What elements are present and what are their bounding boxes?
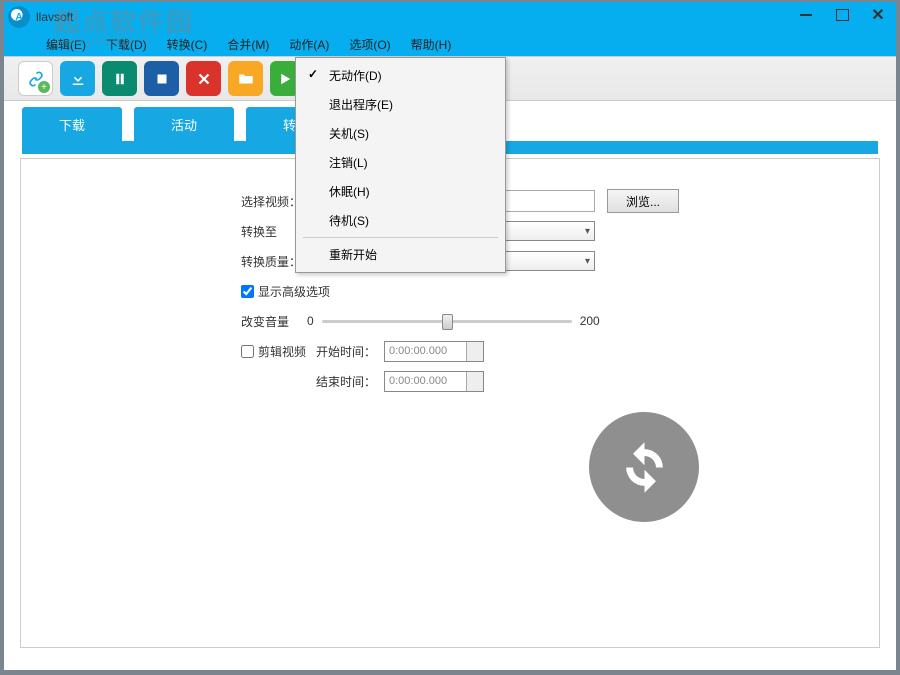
menu-help[interactable]: 帮助(H) bbox=[401, 32, 462, 57]
close-button[interactable]: ✕ bbox=[860, 2, 896, 28]
volume-slider[interactable] bbox=[322, 312, 572, 330]
stop-icon bbox=[153, 70, 171, 88]
dd-no-action[interactable]: 无动作(D) bbox=[299, 61, 502, 90]
volume-min: 0 bbox=[307, 314, 314, 328]
menu-options[interactable]: 选项(O) bbox=[339, 32, 400, 57]
stop-button[interactable] bbox=[144, 61, 179, 96]
minimize-button[interactable] bbox=[788, 2, 824, 28]
pause-button[interactable] bbox=[102, 61, 137, 96]
menu-convert[interactable]: 转换(C) bbox=[157, 32, 218, 57]
pause-icon bbox=[111, 70, 129, 88]
open-folder-button[interactable] bbox=[228, 61, 263, 96]
folder-icon bbox=[237, 70, 255, 88]
download-button[interactable] bbox=[60, 61, 95, 96]
volume-max: 200 bbox=[580, 314, 600, 328]
start-time-input[interactable]: 0:00:00.000 bbox=[384, 341, 484, 362]
start-time-label: 开始时间： bbox=[316, 343, 384, 360]
dd-restart[interactable]: 重新开始 bbox=[299, 240, 502, 269]
window-title: llavsoft bbox=[36, 10, 73, 24]
trim-video-label: 剪辑视频 bbox=[258, 343, 316, 360]
volume-label: 改变音量 bbox=[241, 313, 301, 330]
show-advanced-checkbox[interactable] bbox=[241, 285, 254, 298]
maximize-button[interactable] bbox=[824, 2, 860, 28]
action-dropdown-menu: 无动作(D) 退出程序(E) 关机(S) 注销(L) 休眠(H) 待机(S) 重… bbox=[295, 57, 506, 273]
add-link-button[interactable]: + bbox=[18, 61, 53, 96]
dd-standby[interactable]: 待机(S) bbox=[299, 206, 502, 235]
plus-badge-icon: + bbox=[38, 81, 50, 93]
delete-button[interactable] bbox=[186, 61, 221, 96]
delete-icon bbox=[195, 70, 213, 88]
menu-merge[interactable]: 合并(M) bbox=[217, 32, 279, 57]
menu-action[interactable]: 动作(A) bbox=[279, 32, 339, 57]
browse-button[interactable]: 浏览... bbox=[607, 189, 679, 213]
convert-action-button[interactable] bbox=[589, 412, 699, 522]
tab-activity[interactable]: 活动 bbox=[134, 107, 234, 141]
dd-exit[interactable]: 退出程序(E) bbox=[299, 90, 502, 119]
end-time-label: 结束时间： bbox=[316, 373, 384, 390]
menu-edit[interactable]: 编辑(E) bbox=[36, 32, 96, 57]
menubar: 编辑(E) 下载(D) 转换(C) 合并(M) 动作(A) 选项(O) 帮助(H… bbox=[4, 32, 896, 56]
trim-video-checkbox[interactable] bbox=[241, 345, 254, 358]
tab-download[interactable]: 下载 bbox=[22, 107, 122, 141]
main-window: A llavsoft 起点软件园 www.pc0359.cn ✕ 编辑(E) 下… bbox=[4, 2, 896, 670]
dd-separator bbox=[303, 237, 498, 238]
end-time-input[interactable]: 0:00:00.000 bbox=[384, 371, 484, 392]
show-advanced-label: 显示高级选项 bbox=[258, 283, 330, 300]
dd-shutdown[interactable]: 关机(S) bbox=[299, 119, 502, 148]
dd-logoff[interactable]: 注销(L) bbox=[299, 148, 502, 177]
refresh-icon bbox=[617, 440, 672, 495]
download-icon bbox=[69, 70, 87, 88]
dd-hibernate[interactable]: 休眠(H) bbox=[299, 177, 502, 206]
menu-download[interactable]: 下载(D) bbox=[96, 32, 157, 57]
window-controls: ✕ bbox=[788, 2, 896, 28]
play-icon bbox=[276, 70, 294, 88]
slider-thumb-icon[interactable] bbox=[442, 314, 453, 330]
titlebar[interactable]: A llavsoft 起点软件园 www.pc0359.cn ✕ bbox=[4, 2, 896, 32]
app-logo-icon: A bbox=[8, 6, 30, 28]
